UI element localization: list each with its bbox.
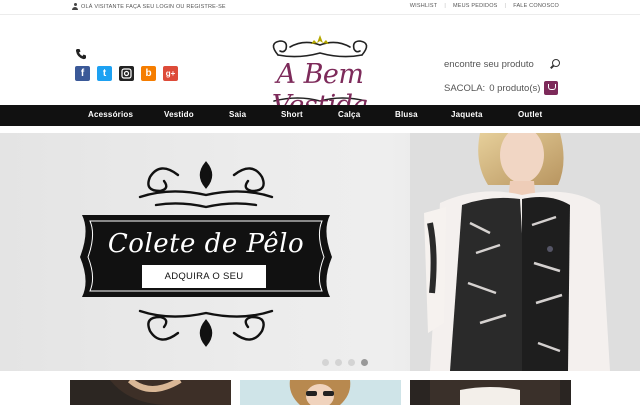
account-links: WISHLIST | MEUS PEDIDOS | FALE CONOSCO — [403, 3, 566, 9]
nav-item-saia[interactable]: Saia — [229, 110, 246, 119]
nav-item-outlet[interactable]: Outlet — [518, 110, 542, 119]
google-plus-icon[interactable]: g+ — [163, 66, 178, 81]
login-text[interactable]: OLÁ VISITANTE FAÇA SEU LOGIN OU REGISTRE… — [81, 4, 226, 10]
logo[interactable]: A Bem Vestida — [238, 31, 402, 121]
nav-item-short[interactable]: Short — [281, 110, 303, 119]
main-nav: Acessórios Vestido Saia Short Calça Blus… — [0, 105, 640, 126]
blogger-icon[interactable]: b — [141, 66, 156, 81]
product-thumbnail[interactable] — [70, 380, 231, 405]
carousel-dot[interactable] — [348, 359, 355, 366]
contact-link[interactable]: FALE CONOSCO — [506, 3, 566, 9]
product-thumbnail[interactable] — [410, 380, 571, 405]
top-bar: OLÁ VISITANTE FAÇA SEU LOGIN OU REGISTRE… — [0, 0, 640, 15]
cart-label: SACOLA: — [444, 82, 486, 94]
nav-item-calca[interactable]: Calça — [338, 110, 360, 119]
search-input[interactable]: encontre seu produto — [444, 59, 534, 70]
social-links: f t b g+ — [75, 66, 178, 81]
facebook-icon[interactable]: f — [75, 66, 90, 81]
instagram-icon[interactable] — [119, 66, 134, 81]
carousel-dot[interactable] — [335, 359, 342, 366]
nav-item-jaqueta[interactable]: Jaqueta — [451, 110, 483, 119]
wishlist-link[interactable]: WISHLIST — [403, 3, 445, 9]
search-bar[interactable]: encontre seu produto — [444, 59, 560, 70]
banner-title: Colete de Pêlo — [107, 229, 305, 259]
carousel-dots — [322, 359, 368, 366]
my-orders-link[interactable]: MEUS PEDIDOS — [446, 3, 505, 9]
nav-item-acessorios[interactable]: Acessórios — [88, 110, 133, 119]
hero-banner[interactable]: Colete de Pêlo ADQUIRA O SEU — [0, 133, 640, 371]
login-prompt[interactable]: OLÁ VISITANTE FAÇA SEU LOGIN OU REGISTRE… — [72, 3, 226, 10]
product-thumbnail[interactable] — [240, 380, 401, 405]
search-icon[interactable] — [549, 59, 560, 70]
header: f t b g+ A Bem Vestida encontre seu prod… — [0, 15, 640, 121]
buy-now-button[interactable]: ADQUIRA O SEU — [142, 265, 266, 288]
nav-item-vestido[interactable]: Vestido — [164, 110, 194, 119]
carousel-dot[interactable] — [322, 359, 329, 366]
cart-count: 0 produto(s) — [489, 82, 541, 94]
cart[interactable]: SACOLA: 0 produto(s) — [444, 81, 559, 95]
model-photo — [410, 133, 640, 371]
featured-products — [0, 380, 640, 405]
phone-icon — [75, 49, 86, 60]
nav-item-blusa[interactable]: Blusa — [395, 110, 418, 119]
twitter-icon[interactable]: t — [97, 66, 112, 81]
carousel-dot-active[interactable] — [361, 359, 368, 366]
user-icon — [72, 3, 78, 10]
shopping-bag-icon[interactable] — [544, 81, 559, 95]
